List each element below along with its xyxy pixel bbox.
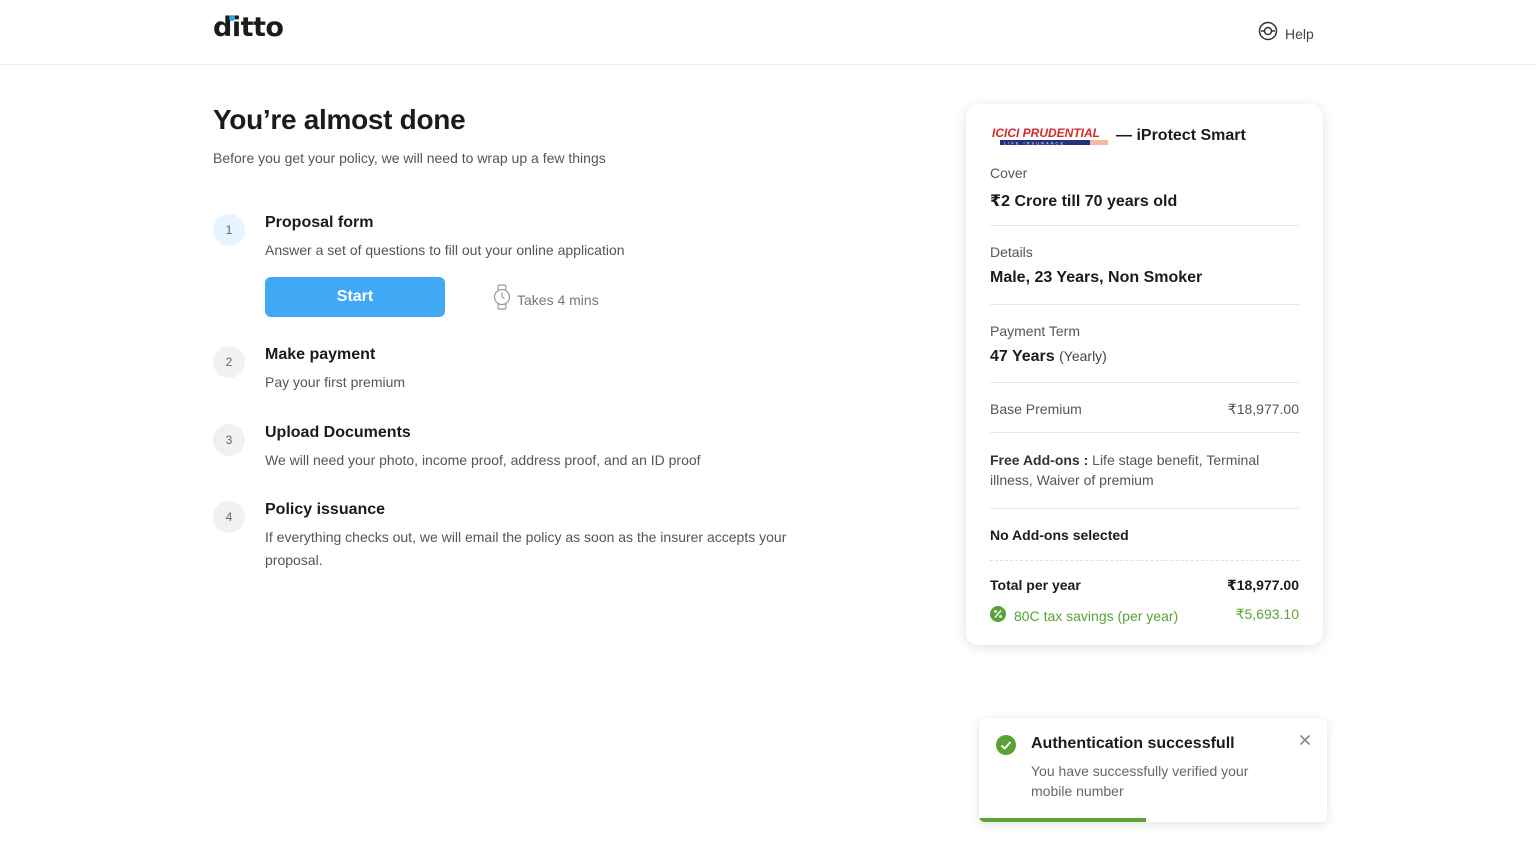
total-value: ₹18,977.00 <box>1226 577 1299 593</box>
svg-text:ICICI PRUDENTIAL: ICICI PRUDENTIAL <box>992 126 1100 140</box>
tax-savings-row: 80C tax savings (per year) ₹5,693.10 <box>990 606 1299 625</box>
divider <box>990 304 1299 305</box>
close-icon[interactable] <box>1297 732 1313 748</box>
step-number: 1 <box>213 214 245 246</box>
start-button[interactable]: Start <box>265 277 445 317</box>
icici-prudential-logo: ICICI PRUDENTIAL LIFE INSURANCE <box>990 124 1110 148</box>
payment-term-frequency: (Yearly) <box>1059 348 1107 364</box>
tax-savings-label: 80C tax savings (per year) <box>1014 607 1179 624</box>
watch-icon <box>493 284 511 315</box>
step-description: If everything checks out, we will email … <box>265 529 787 568</box>
page-subtitle: Before you get your policy, we will need… <box>213 150 606 166</box>
success-toast: Authentication successfull You have succ… <box>979 718 1327 822</box>
payment-term-value: 47 Years (Yearly) <box>990 348 1107 366</box>
step-title: Policy issuance <box>265 501 386 518</box>
cover-label: Cover <box>990 165 1028 181</box>
help-lifebuoy-icon <box>1258 21 1278 46</box>
card-header: ICICI PRUDENTIAL LIFE INSURANCE — iProte… <box>990 124 1246 148</box>
percent-icon <box>990 606 1006 625</box>
check-circle-icon <box>996 735 1016 760</box>
time-estimate-label: Takes 4 mins <box>517 291 599 308</box>
total-label: Total per year <box>990 577 1081 593</box>
toast-message: You have successfully verified your mobi… <box>1031 763 1249 799</box>
free-addons-label: Free Add-ons : <box>990 452 1089 468</box>
divider <box>990 225 1299 226</box>
payment-term-label: Payment Term <box>990 323 1080 339</box>
toast-title: Authentication successfull <box>1031 735 1235 752</box>
step-title: Make payment <box>265 346 376 363</box>
ditto-logo[interactable]: ditto <box>213 12 284 43</box>
dashed-divider <box>990 560 1299 561</box>
help-label: Help <box>1285 25 1314 42</box>
time-estimate: Takes 4 mins <box>493 284 599 315</box>
step-description: Answer a set of questions to fill out yo… <box>265 242 625 258</box>
no-addons-text: No Add-ons selected <box>990 527 1129 543</box>
free-addons: Free Add-ons : Life stage benefit, Termi… <box>990 450 1290 490</box>
help-link[interactable]: Help <box>1258 21 1314 46</box>
toast-progress-bar <box>979 818 1147 822</box>
page-title: You’re almost done <box>213 104 466 135</box>
tax-savings-left: 80C tax savings (per year) <box>990 606 1178 625</box>
base-premium-row: Base Premium ₹18,977.00 <box>990 401 1299 418</box>
step-number: 4 <box>213 501 245 533</box>
policy-summary-card: ICICI PRUDENTIAL LIFE INSURANCE — iProte… <box>966 104 1323 645</box>
step-number: 3 <box>213 424 245 456</box>
logo-dot <box>229 15 235 21</box>
divider <box>990 508 1299 509</box>
base-premium-label: Base Premium <box>990 401 1082 417</box>
base-premium-value: ₹18,977.00 <box>1227 401 1299 417</box>
details-label: Details <box>990 244 1033 260</box>
step-description: Pay your first premium <box>265 374 406 390</box>
svg-text:LIFE INSURANCE: LIFE INSURANCE <box>1004 141 1065 146</box>
step-title: Upload Documents <box>265 424 411 441</box>
divider <box>990 382 1299 383</box>
step-description: We will need your photo, income proof, a… <box>265 452 701 468</box>
step-title: Proposal form <box>265 214 374 231</box>
logo-text: ditto <box>213 12 284 43</box>
tax-savings-value: ₹5,693.10 <box>1235 606 1299 622</box>
plan-name: — iProtect Smart <box>1116 127 1246 144</box>
cover-value: ₹2 Crore till 70 years old <box>990 193 1178 210</box>
step-number: 2 <box>213 346 245 378</box>
details-value: Male, 23 Years, Non Smoker <box>990 269 1203 286</box>
total-row: Total per year ₹18,977.00 <box>990 577 1299 594</box>
payment-term-years: 47 Years <box>990 348 1055 365</box>
divider <box>990 432 1299 433</box>
top-header: ditto Help <box>0 0 1536 65</box>
